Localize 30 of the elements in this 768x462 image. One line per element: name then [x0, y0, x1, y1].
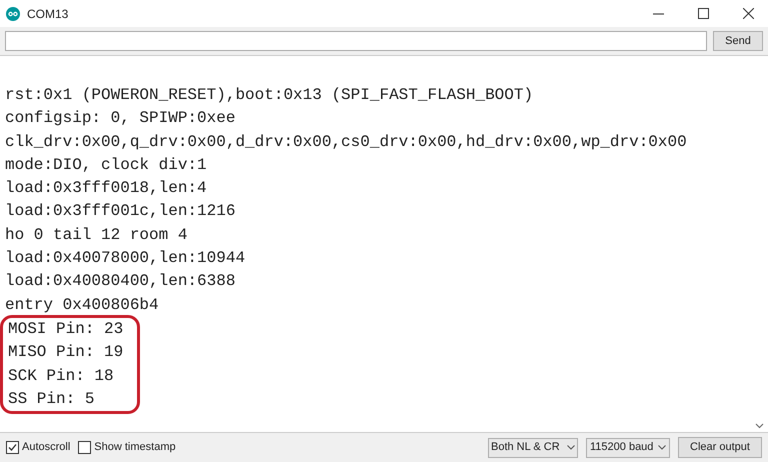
output-line: ho 0 tail 12 room 4: [5, 224, 188, 246]
window-title: COM13: [27, 6, 68, 22]
checkbox-label[interactable]: Autoscroll: [22, 439, 70, 456]
clear-output-button[interactable]: Clear output: [678, 437, 762, 458]
output-line: entry 0x400806b4: [5, 294, 159, 316]
caret-icon: [567, 445, 575, 450]
output-line: rst:0x1 (POWERON_RESET),boot:0x13 (SPI_FAST_FLASH_BOOT): [5, 85, 534, 106]
scroll-down-icon[interactable]: [755, 423, 764, 429]
baud-rate-dropdown[interactable]: 115200 baud: [586, 438, 670, 458]
maximize-icon[interactable]: [698, 8, 709, 19]
send-button[interactable]: Send: [713, 31, 763, 51]
output-line: SCK Pin: 18: [8, 366, 114, 387]
close-icon[interactable]: [743, 8, 754, 19]
output-line: load:0x3fff001c,len:1216: [5, 201, 236, 222]
checkbox-label[interactable]: Show timestamp: [94, 439, 176, 456]
output-line: mode:DIO, clock div:1: [5, 154, 207, 176]
output-line: configsip: 0, SPIWP:0xee: [5, 108, 236, 130]
output-line: load:0x40080400,len:6388: [5, 271, 236, 292]
output-line: load:0x3fff0018,len:4: [5, 178, 207, 200]
input-field[interactable]: [5, 31, 707, 51]
output-line: MISO Pin: 19: [8, 342, 124, 364]
checkbox[interactable]: [6, 441, 19, 454]
app-logo-icon: [6, 6, 20, 20]
output-line: SS Pin: 5: [8, 388, 94, 410]
output-line: load:0x40078000,len:10944: [5, 248, 246, 270]
line-ending-dropdown[interactable]: Both NL & CR: [488, 438, 578, 458]
output-line: MOSI Pin: 23: [8, 318, 124, 340]
caret-icon: [658, 445, 666, 450]
output-line: clk_drv:0x00,q_drv:0x00,d_drv:0x00,cs0_drv:0x00,hd_drv:0x00,wp_drv:0x00: [5, 132, 687, 153]
checkbox[interactable]: [78, 441, 92, 454]
